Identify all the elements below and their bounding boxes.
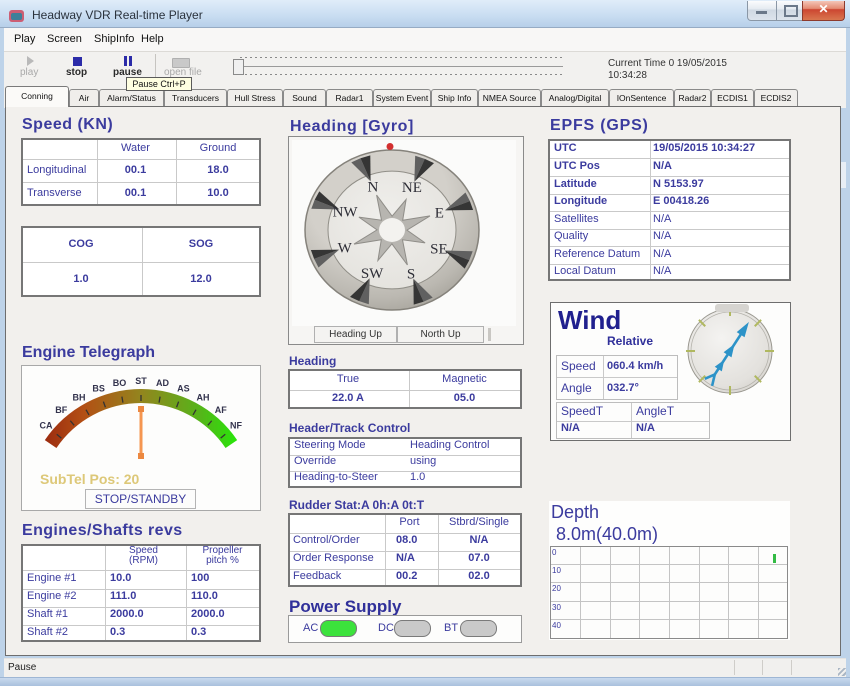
svg-text:SE: SE [430,241,448,257]
svg-text:BH: BH [73,393,86,403]
svg-text:BO: BO [113,378,127,388]
svg-text:S: S [407,267,415,283]
svg-text:CA: CA [40,420,53,430]
svg-text:AH: AH [197,393,210,403]
svg-text:NE: NE [402,180,422,196]
svg-text:AF: AF [215,405,227,415]
svg-text:E: E [435,205,444,221]
svg-text:SW: SW [361,266,384,282]
svg-text:NW: NW [333,205,359,221]
svg-text:NF: NF [230,420,242,430]
svg-text:ST: ST [135,376,147,386]
svg-text:BF: BF [55,405,67,415]
svg-text:W: W [338,241,353,257]
svg-text:AS: AS [177,383,190,393]
svg-text:AD: AD [156,378,169,388]
svg-text:N: N [367,180,378,196]
svg-text:BS: BS [92,383,105,393]
